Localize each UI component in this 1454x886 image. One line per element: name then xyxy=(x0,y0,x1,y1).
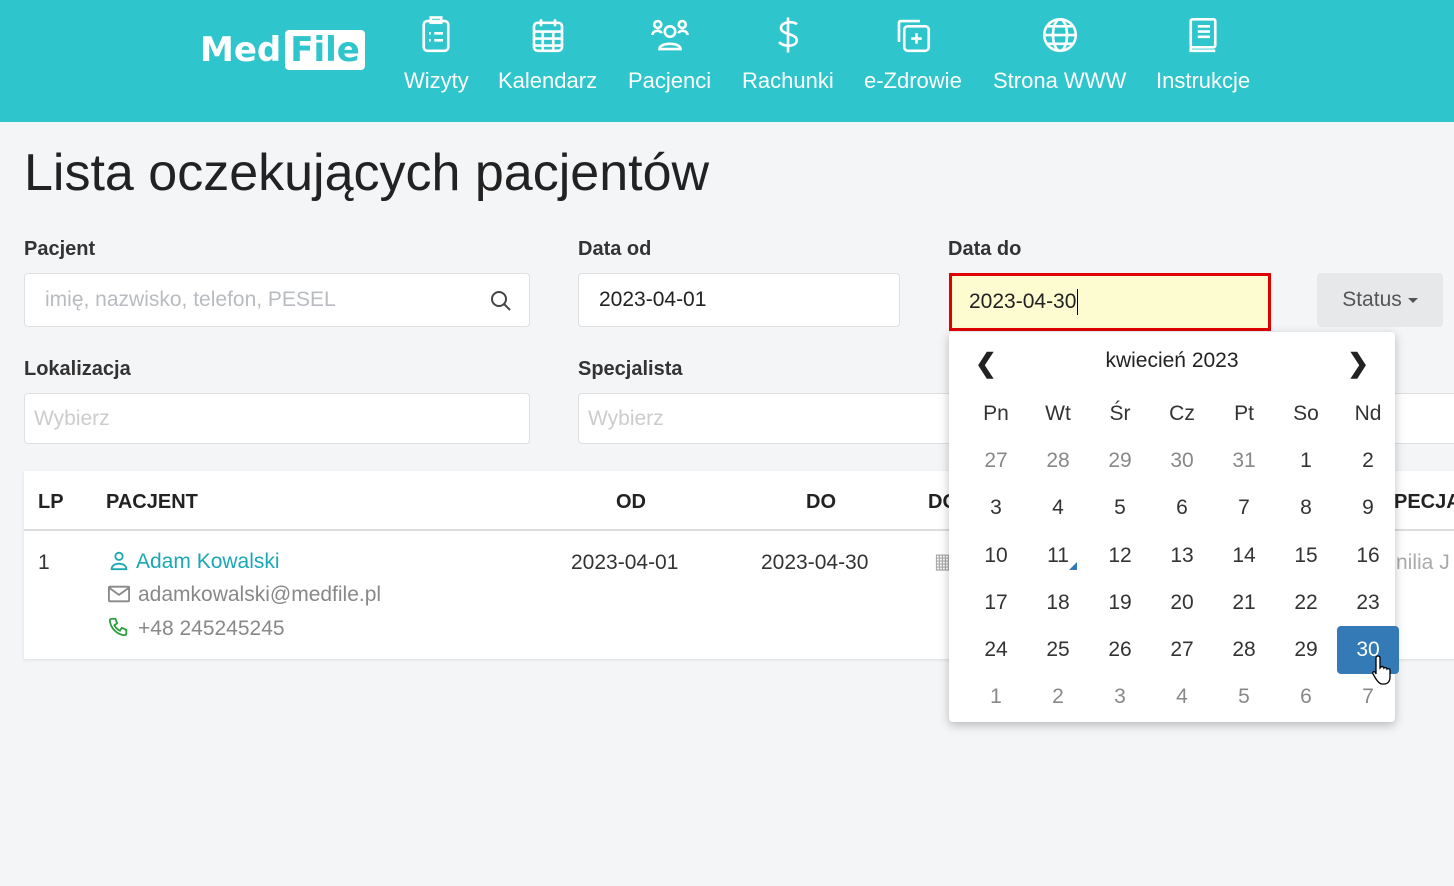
calendar-grid: Pn Wt Śr Cz Pt So Nd 27 28 29 30 31 1 2 3 4 5 6 7 8 9 10 11 12 1… xyxy=(965,390,1399,721)
weekday-header: Nd xyxy=(1354,401,1382,425)
day[interactable]: 10 xyxy=(965,532,1027,579)
day[interactable]: 12 xyxy=(1089,532,1151,579)
date-to-input[interactable]: 2023-04-30 xyxy=(949,273,1271,331)
hand-cursor-icon xyxy=(1372,655,1391,685)
day-other-month[interactable]: 27 xyxy=(965,437,1027,484)
day-other-month[interactable]: 2 xyxy=(1027,674,1089,721)
weekday-header: Pn xyxy=(983,401,1009,425)
weekday-header: Wt xyxy=(1045,401,1071,425)
day[interactable]: 16 xyxy=(1337,532,1399,579)
date-from-input[interactable]: 2023-04-01 xyxy=(578,273,900,327)
month-title[interactable]: kwiecień 2023 xyxy=(949,349,1395,373)
day[interactable]: 8 xyxy=(1275,485,1337,532)
day-other-month[interactable]: 30 xyxy=(1151,437,1213,484)
clipboard-icon xyxy=(422,16,450,53)
patient-label: Pacjent xyxy=(24,238,96,260)
calendar-icon xyxy=(532,19,563,53)
nav-instrukcje[interactable]: Instrukcje xyxy=(1156,12,1250,94)
day[interactable]: 19 xyxy=(1089,579,1151,626)
nav-e-zdrowie[interactable]: e-Zdrowie xyxy=(864,12,962,94)
day[interactable]: 2 xyxy=(1337,437,1399,484)
patient-search-input[interactable]: imię, nazwisko, telefon, PESEL xyxy=(24,273,530,327)
col-specialist: PECJA xyxy=(1394,491,1454,513)
medical-plus-icon xyxy=(897,19,930,53)
nav-strona-www[interactable]: Strona WWW xyxy=(993,12,1126,94)
next-month-button[interactable]: ❯ xyxy=(1347,348,1369,379)
users-icon xyxy=(650,19,689,51)
day-other-month[interactable]: 1 xyxy=(965,674,1027,721)
row-lp: 1 xyxy=(38,551,50,574)
globe-icon xyxy=(1042,17,1077,53)
location-select[interactable]: Wybierz xyxy=(24,393,530,444)
day[interactable]: 7 xyxy=(1213,485,1275,532)
day[interactable]: 27 xyxy=(1151,626,1213,673)
day[interactable]: 6 xyxy=(1151,485,1213,532)
day-other-month[interactable]: 28 xyxy=(1027,437,1089,484)
day[interactable]: 24 xyxy=(965,626,1027,673)
day[interactable]: 26 xyxy=(1089,626,1151,673)
day[interactable]: 13 xyxy=(1151,532,1213,579)
status-dropdown[interactable]: Status xyxy=(1317,273,1443,327)
day[interactable]: 20 xyxy=(1151,579,1213,626)
medfile-logo[interactable]: Med File xyxy=(200,30,365,70)
day-other-month[interactable]: 3 xyxy=(1089,674,1151,721)
envelope-icon xyxy=(108,585,130,603)
row-specialist: nilia J xyxy=(1396,551,1450,574)
day[interactable]: 9 xyxy=(1337,485,1399,532)
day[interactable]: 29 xyxy=(1275,626,1337,673)
nav-kalendarz[interactable]: Kalendarz xyxy=(498,12,597,94)
row-from: 2023-04-01 xyxy=(571,551,679,574)
col-to: DO xyxy=(806,491,836,513)
nav-pacjenci[interactable]: Pacjenci xyxy=(628,12,711,94)
nav-rachunki[interactable]: Rachunki xyxy=(742,12,834,94)
col-patient: PACJENT xyxy=(106,491,198,513)
date-from-label: Data od xyxy=(578,238,652,260)
user-icon xyxy=(110,551,128,571)
day[interactable]: 18 xyxy=(1027,579,1089,626)
date-to-label: Data do xyxy=(948,238,1022,260)
row-to: 2023-04-30 xyxy=(761,551,869,574)
col-from: OD xyxy=(616,491,646,513)
page-title: Lista oczekujących pacjentów xyxy=(24,144,710,202)
specialist-label: Specjalista xyxy=(578,358,683,380)
day[interactable]: 28 xyxy=(1213,626,1275,673)
day[interactable]: 23 xyxy=(1337,579,1399,626)
nav-wizyty[interactable]: Wizyty xyxy=(404,12,469,94)
weekday-header: Śr xyxy=(1109,401,1131,425)
day-other-month[interactable]: 31 xyxy=(1213,437,1275,484)
day[interactable]: 5 xyxy=(1089,485,1151,532)
day-other-month[interactable]: 6 xyxy=(1275,674,1337,721)
day[interactable]: 21 xyxy=(1213,579,1275,626)
book-icon xyxy=(1189,17,1217,53)
day[interactable]: 1 xyxy=(1275,437,1337,484)
dollar-icon xyxy=(778,17,798,53)
day-other-month[interactable]: 4 xyxy=(1151,674,1213,721)
day-other-month[interactable]: 5 xyxy=(1213,674,1275,721)
patient-email: adamkowalski@medfile.pl xyxy=(108,583,381,607)
day[interactable]: 3 xyxy=(965,485,1027,532)
day[interactable]: 22 xyxy=(1275,579,1337,626)
datepicker-popup: ❮ kwiecień 2023 ❯ Pn Wt Śr Cz Pt So Nd 27 28 29 30… xyxy=(949,332,1399,722)
day-other-month[interactable]: 29 xyxy=(1089,437,1151,484)
weekday-header: So xyxy=(1293,401,1319,425)
day[interactable]: 25 xyxy=(1027,626,1089,673)
day[interactable]: 14 xyxy=(1213,532,1275,579)
day[interactable]: 11 xyxy=(1027,532,1089,579)
location-label: Lokalizacja xyxy=(24,358,131,380)
weekday-header: Pt xyxy=(1234,401,1254,425)
phone-icon xyxy=(108,617,128,637)
caret-down-icon xyxy=(1407,297,1418,303)
col-lp: LP xyxy=(38,491,64,513)
top-navbar: Med File Wizyty Kalendarz Pacjenci Rachun… xyxy=(0,0,1454,122)
search-icon xyxy=(491,291,511,311)
patient-phone: +48 245245245 xyxy=(108,616,285,641)
weekday-header: Cz xyxy=(1169,401,1195,425)
patient-name-link[interactable]: Adam Kowalski xyxy=(108,549,280,574)
day[interactable]: 15 xyxy=(1275,532,1337,579)
day[interactable]: 4 xyxy=(1027,485,1089,532)
day[interactable]: 17 xyxy=(965,579,1027,626)
